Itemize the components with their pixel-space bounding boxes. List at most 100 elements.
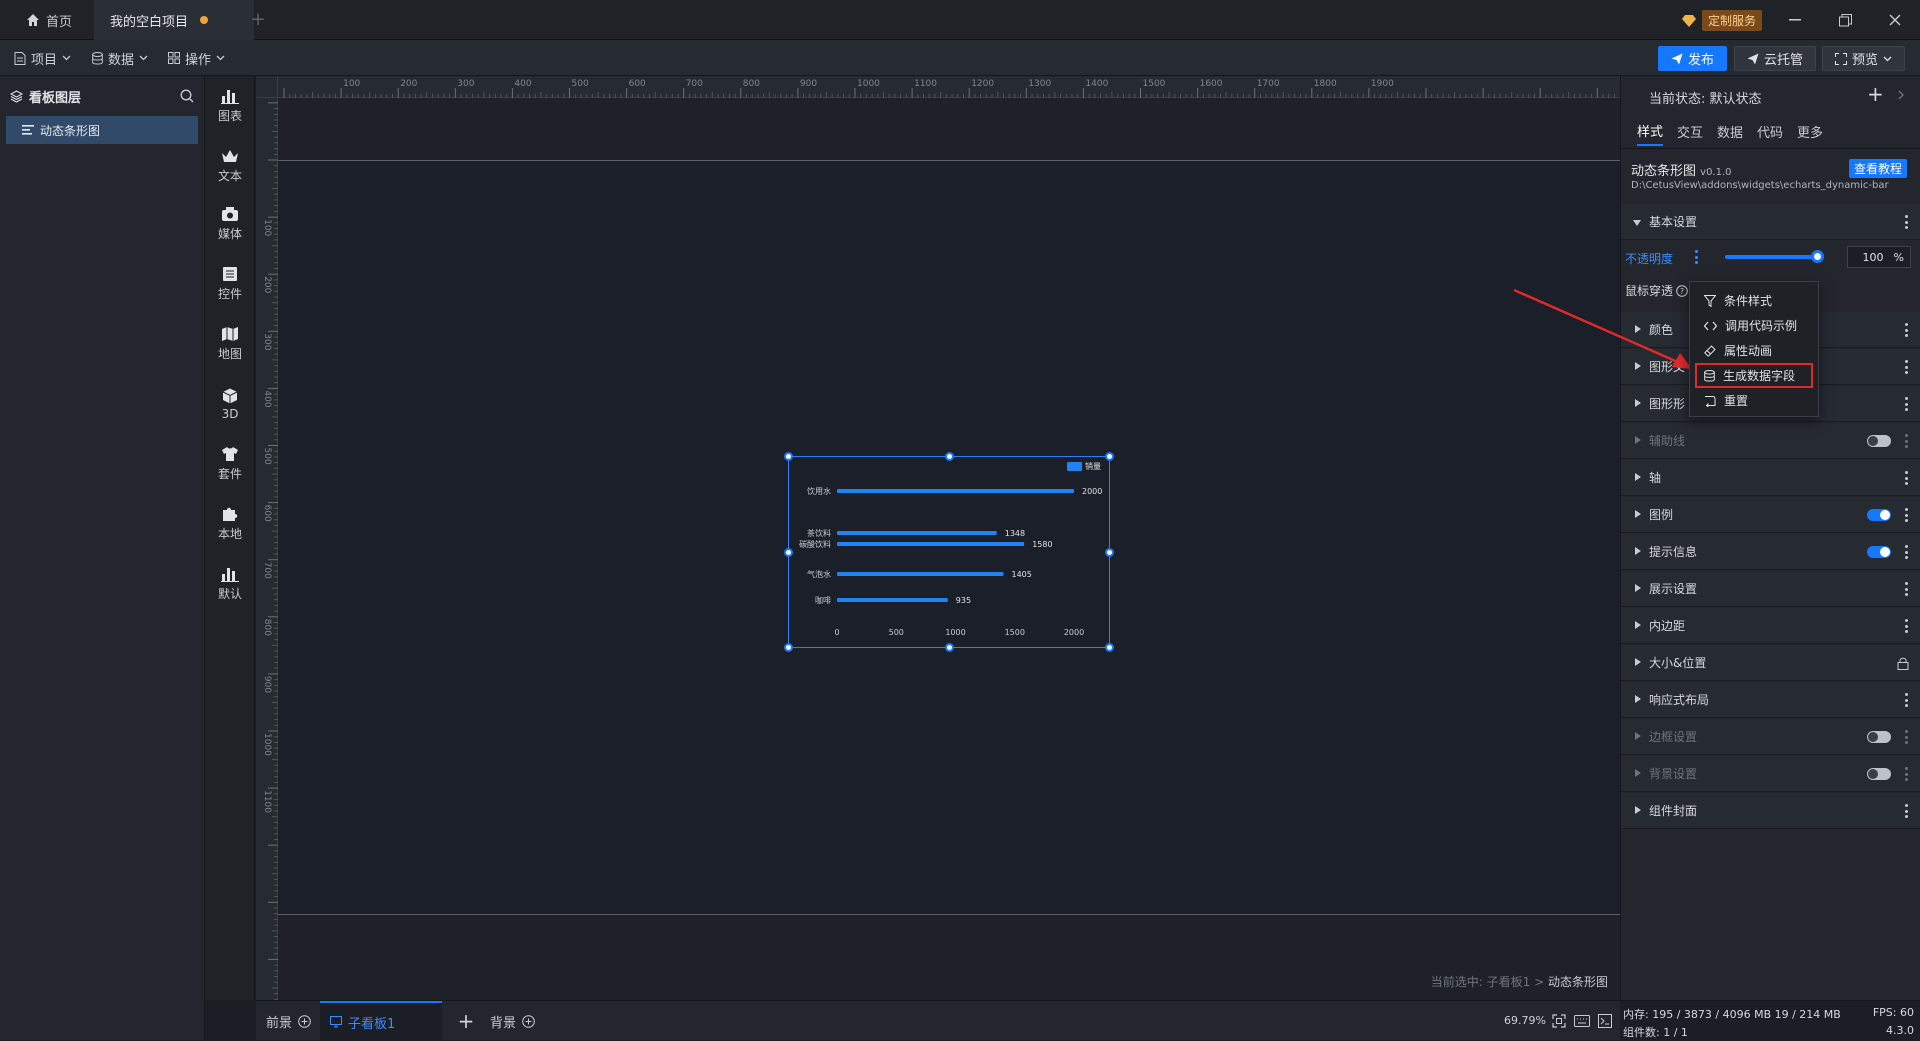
- y-tick-label: 饮用水: [807, 486, 831, 496]
- more-vertical-icon[interactable]: [1905, 397, 1909, 411]
- section-basic-settings[interactable]: 基本设置: [1621, 204, 1920, 240]
- more-vertical-icon[interactable]: [1905, 767, 1909, 781]
- close-button[interactable]: [1870, 0, 1920, 40]
- section-toggle[interactable]: [1867, 546, 1891, 558]
- section-item[interactable]: 组件封面: [1621, 793, 1920, 829]
- bar: [837, 531, 997, 535]
- tab-data[interactable]: 数据: [1717, 116, 1743, 146]
- publish-button[interactable]: 发布: [1658, 46, 1728, 71]
- fit-screen-icon[interactable]: [1552, 1014, 1566, 1028]
- menu-item-code-example[interactable]: 调用代码示例: [1690, 313, 1818, 338]
- resize-handle[interactable]: [1105, 643, 1114, 652]
- resize-handle[interactable]: [1105, 452, 1114, 461]
- menu-operate[interactable]: 操作: [162, 40, 231, 76]
- opacity-slider-thumb[interactable]: [1811, 250, 1824, 263]
- tool-control[interactable]: 控件: [205, 256, 255, 312]
- add-circle-icon[interactable]: [298, 1014, 311, 1028]
- tutorial-button[interactable]: 查看教程: [1849, 159, 1908, 178]
- tab-background[interactable]: 背景: [480, 1001, 545, 1041]
- cloud-hosting-button[interactable]: 云托管: [1734, 46, 1817, 71]
- section-item[interactable]: 内边距: [1621, 608, 1920, 644]
- section-toggle[interactable]: [1867, 435, 1891, 447]
- tool-3d[interactable]: 3D: [205, 376, 255, 432]
- menu-item-generate-data-field[interactable]: 生成数据字段: [1695, 363, 1813, 388]
- database-icon: [92, 51, 103, 64]
- tab-project[interactable]: 我的空白项目: [94, 0, 254, 40]
- zoom-level[interactable]: 69.79%: [1504, 1014, 1546, 1027]
- tab-subboard[interactable]: 子看板1: [320, 1001, 442, 1041]
- more-vertical-icon[interactable]: [1905, 471, 1909, 485]
- keyboard-icon[interactable]: [1574, 1015, 1590, 1027]
- more-vertical-icon[interactable]: [1905, 360, 1909, 374]
- menu-project[interactable]: 项目: [8, 40, 77, 76]
- more-vertical-icon[interactable]: [1905, 804, 1909, 818]
- search-icon[interactable]: [180, 89, 194, 103]
- more-vertical-icon[interactable]: [1905, 323, 1909, 337]
- menu-item-conditional-style[interactable]: 条件样式: [1690, 288, 1818, 313]
- resize-handle[interactable]: [784, 452, 793, 461]
- more-vertical-icon[interactable]: [1905, 545, 1909, 559]
- restore-button[interactable]: [1820, 0, 1870, 40]
- custom-service-button[interactable]: 定制服务: [1682, 10, 1763, 31]
- tab-code[interactable]: 代码: [1757, 116, 1783, 146]
- opacity-menu-icon[interactable]: [1695, 250, 1698, 264]
- add-board-icon[interactable]: +: [456, 1009, 476, 1033]
- tab-more[interactable]: 更多: [1797, 116, 1823, 146]
- section-item[interactable]: 展示设置: [1621, 571, 1920, 607]
- tool-media[interactable]: 媒体: [205, 196, 255, 252]
- menu-data[interactable]: 数据: [86, 40, 154, 76]
- monitor-icon: [330, 1016, 342, 1028]
- section-item[interactable]: 大小&位置: [1621, 645, 1920, 681]
- layer-item[interactable]: 动态条形图: [6, 116, 198, 144]
- section-item[interactable]: 辅助线: [1621, 423, 1920, 459]
- chevron-right-icon[interactable]: [1898, 90, 1905, 100]
- menu-item-property-animation[interactable]: 属性动画: [1690, 338, 1818, 363]
- tool-local[interactable]: 本地: [205, 496, 255, 552]
- section-toggle[interactable]: [1867, 731, 1891, 743]
- section-item[interactable]: 边框设置: [1621, 719, 1920, 755]
- more-vertical-icon[interactable]: [1905, 619, 1909, 633]
- tab-style[interactable]: 样式: [1637, 116, 1664, 146]
- add-state-icon[interactable]: +: [1867, 82, 1884, 106]
- current-state[interactable]: 当前状态: 默认状态: [1649, 88, 1762, 107]
- more-vertical-icon[interactable]: [1905, 582, 1909, 596]
- section-item[interactable]: 背景设置: [1621, 756, 1920, 792]
- tab-foreground[interactable]: 前景: [256, 1001, 321, 1041]
- opacity-slider-track[interactable]: [1725, 250, 1824, 263]
- lock-icon[interactable]: [1897, 657, 1909, 670]
- add-circle-icon[interactable]: [522, 1014, 535, 1028]
- section-toggle[interactable]: [1867, 768, 1891, 780]
- minimize-button[interactable]: [1770, 0, 1820, 40]
- tool-default[interactable]: 默认: [205, 556, 255, 612]
- section-item[interactable]: 图例: [1621, 497, 1920, 533]
- preview-button[interactable]: 预览: [1822, 46, 1906, 71]
- bar-chart-widget[interactable]: 饮用水 2000 茶饮料 1348 碳酸饮料 1580 气泡水 1405 咖啡 935 0 500 10…: [784, 452, 1114, 652]
- caret-right-icon: [1635, 695, 1641, 703]
- resize-handle[interactable]: [1105, 548, 1114, 557]
- resize-handle[interactable]: [784, 548, 793, 557]
- opacity-input[interactable]: 100 %: [1847, 246, 1911, 268]
- more-vertical-icon[interactable]: [1905, 693, 1909, 707]
- more-vertical-icon[interactable]: [1905, 730, 1909, 744]
- section-toggle[interactable]: [1867, 509, 1891, 521]
- more-vertical-icon[interactable]: [1905, 215, 1909, 229]
- tool-chart[interactable]: 图表: [205, 78, 255, 134]
- resize-handle[interactable]: [784, 643, 793, 652]
- section-item[interactable]: 提示信息: [1621, 534, 1920, 570]
- more-vertical-icon[interactable]: [1905, 434, 1909, 448]
- menu-item-reset[interactable]: 重置: [1690, 388, 1818, 413]
- section-item[interactable]: 轴: [1621, 460, 1920, 496]
- tool-text[interactable]: 文本: [205, 138, 255, 194]
- resize-handle[interactable]: [945, 643, 954, 652]
- canvas-area[interactable]: 饮用水 2000 茶饮料 1348 碳酸饮料 1580 气泡水 1405 咖啡 935 0 500 10…: [278, 98, 1620, 1000]
- annotation-arrow: [1513, 288, 1692, 369]
- new-tab-icon[interactable]: +: [248, 10, 268, 30]
- tool-kit[interactable]: 套件: [205, 436, 255, 492]
- tool-map[interactable]: 地图: [205, 316, 255, 372]
- terminal-icon[interactable]: [1598, 1014, 1612, 1028]
- section-item[interactable]: 响应式布局: [1621, 682, 1920, 718]
- tab-home[interactable]: 首页: [10, 0, 88, 40]
- resize-handle[interactable]: [945, 452, 954, 461]
- more-vertical-icon[interactable]: [1905, 508, 1909, 522]
- tab-interaction[interactable]: 交互: [1677, 116, 1703, 146]
